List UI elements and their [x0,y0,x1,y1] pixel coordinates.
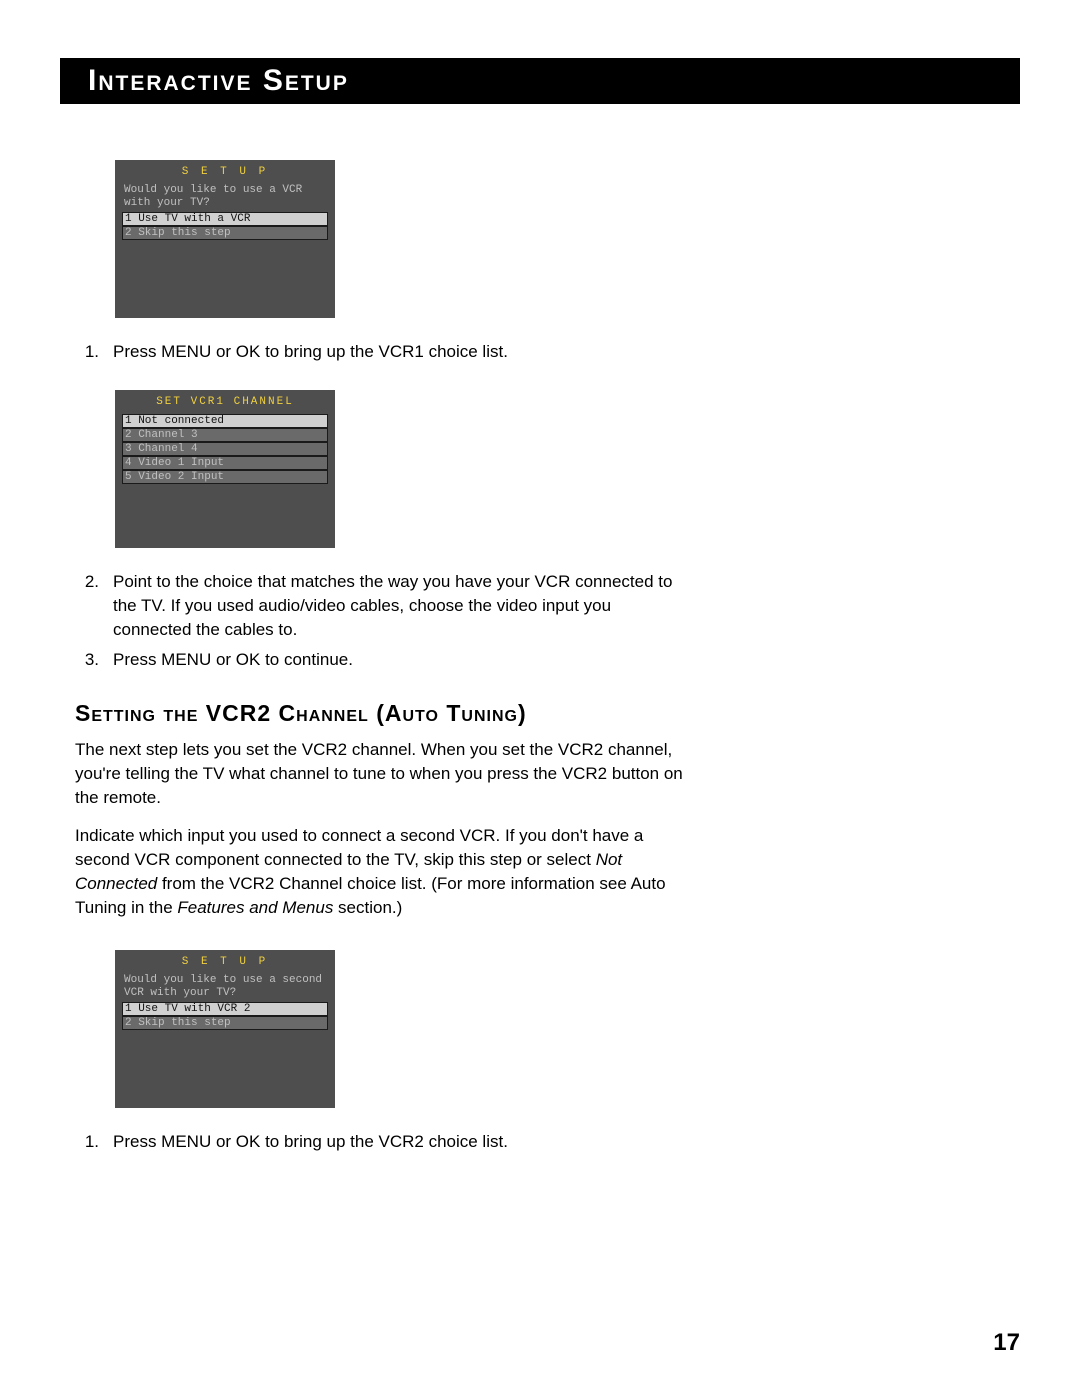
tv-screen-title: S E T U P [120,166,330,179]
tv-screen-title: S E T U P [120,956,330,969]
tv-screen-set-vcr1-channel: SET VCR1 CHANNEL 1 Not connected 2 Chann… [115,390,335,548]
instruction-list: 2. Point to the choice that matches the … [75,570,685,672]
instruction-number: 1. [75,340,113,364]
instruction-number: 1. [75,1130,113,1154]
tv-screen-question: Would you like to use a VCR with your TV… [120,184,330,212]
instruction-item: 3. Press MENU or OK to continue. [75,648,685,672]
instruction-list: 1. Press MENU or OK to bring up the VCR2… [75,1130,685,1154]
tv-screen-setup-vcr2: S E T U P Would you like to use a second… [115,950,335,1108]
tv-menu-item: 1 Use TV with a VCR [122,212,328,226]
instruction-number: 3. [75,648,113,672]
header-bar: Interactive Setup [60,58,1020,104]
tv-menu-item: 2 Skip this step [122,1016,328,1030]
tv-menu-item: 3 Channel 4 [122,442,328,456]
tv-menu-item: 5 Video 2 Input [122,470,328,484]
tv-screen-list: 1 Use TV with a VCR 2 Skip this step [122,212,328,240]
tv-menu-item: 4 Video 1 Input [122,456,328,470]
instruction-number: 2. [75,570,113,642]
instruction-item: 1. Press MENU or OK to bring up the VCR2… [75,1130,685,1154]
page-number: 17 [993,1329,1020,1357]
instruction-list: 1. Press MENU or OK to bring up the VCR1… [75,340,685,364]
tv-screen-list: 1 Use TV with VCR 2 2 Skip this step [122,1002,328,1030]
tv-menu-item: 2 Channel 3 [122,428,328,442]
instruction-text: Point to the choice that matches the way… [113,570,685,642]
tv-menu-item: 1 Not connected [122,414,328,428]
body-emphasis: Features and Menus [177,898,333,917]
page-content: S E T U P Would you like to use a VCR wi… [75,160,685,1180]
body-paragraph: The next step lets you set the VCR2 chan… [75,738,685,810]
tv-screen-question: Would you like to use a second VCR with … [120,974,330,1002]
body-text: Indicate which input you used to connect… [75,826,643,869]
instruction-text: Press MENU or OK to bring up the VCR2 ch… [113,1130,685,1154]
instruction-text: Press MENU or OK to continue. [113,648,685,672]
body-paragraph: Indicate which input you used to connect… [75,824,685,920]
tv-screen-list: 1 Not connected 2 Channel 3 3 Channel 4 … [122,414,328,484]
tv-screen-setup-vcr1: S E T U P Would you like to use a VCR wi… [115,160,335,318]
tv-menu-item: 2 Skip this step [122,226,328,240]
header-title: Interactive Setup [88,64,349,98]
instruction-item: 1. Press MENU or OK to bring up the VCR1… [75,340,685,364]
tv-menu-item: 1 Use TV with VCR 2 [122,1002,328,1016]
body-text: section.) [333,898,402,917]
section-heading: Setting the VCR2 Channel (Auto Tuning) [75,698,685,728]
tv-screen-title: SET VCR1 CHANNEL [120,396,330,409]
instruction-text: Press MENU or OK to bring up the VCR1 ch… [113,340,685,364]
instruction-item: 2. Point to the choice that matches the … [75,570,685,642]
